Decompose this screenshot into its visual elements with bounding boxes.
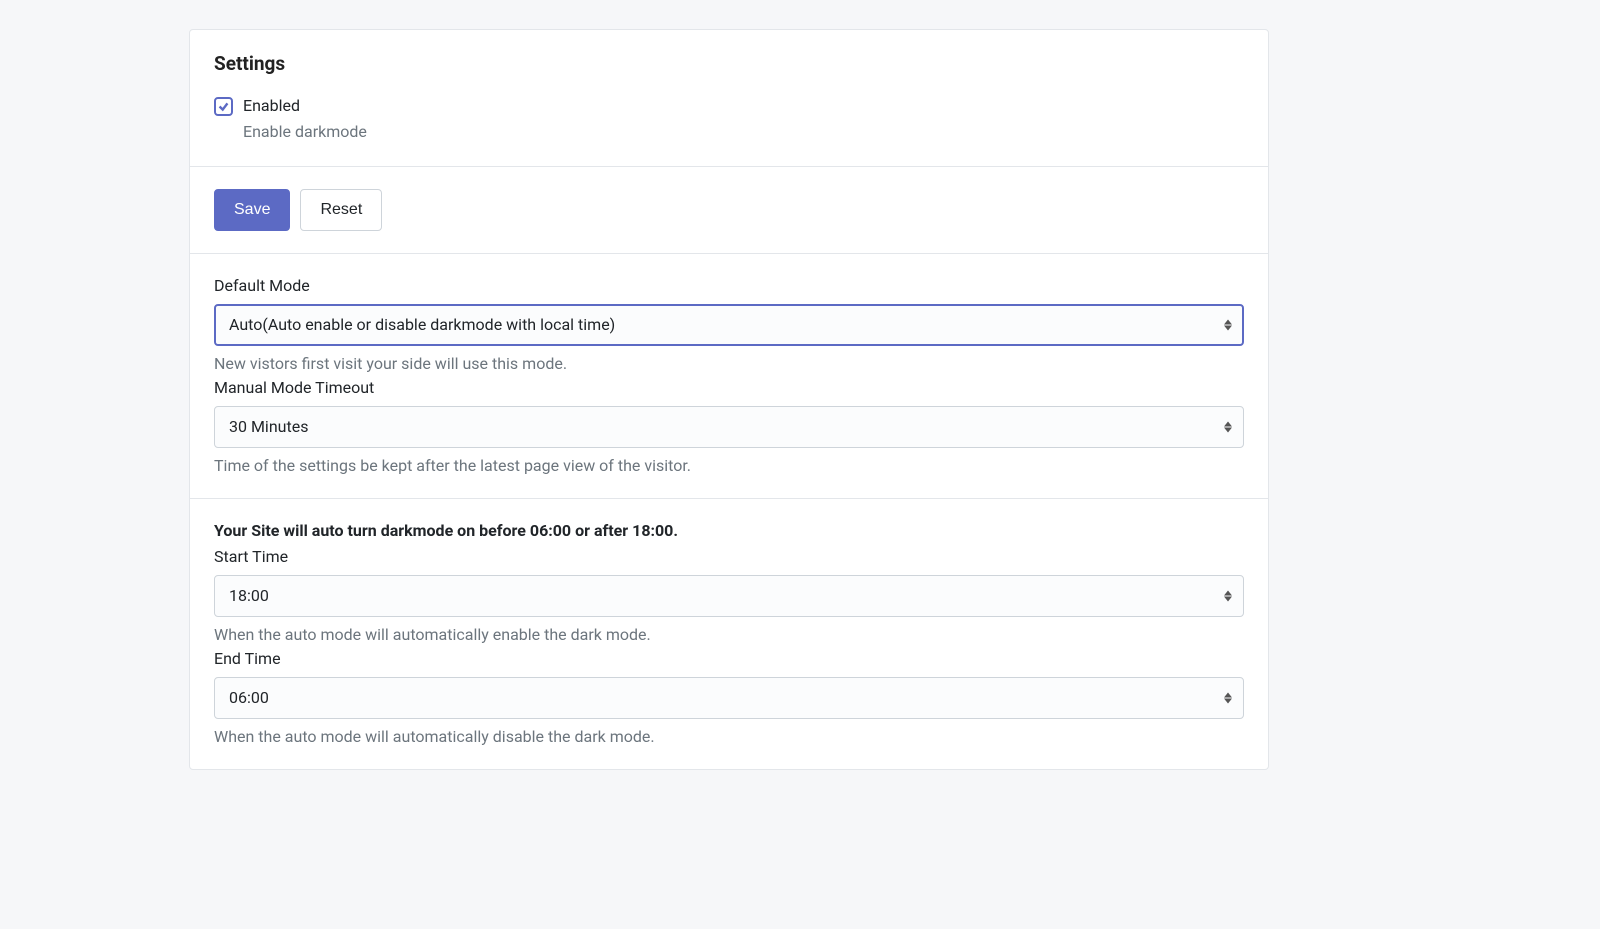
- default-mode-group: Default Mode Auto(Auto enable or disable…: [214, 274, 1244, 376]
- manual-timeout-help: Time of the settings be kept after the l…: [214, 454, 1244, 478]
- manual-timeout-label: Manual Mode Timeout: [214, 376, 1244, 400]
- default-mode-help: New vistors first visit your side will u…: [214, 352, 1244, 376]
- button-row: Save Reset: [214, 189, 1244, 231]
- enabled-checkbox[interactable]: [214, 97, 233, 116]
- enabled-labels: Enabled Enable darkmode: [243, 95, 367, 144]
- schedule-section: Your Site will auto turn darkmode on bef…: [190, 499, 1268, 769]
- end-time-help: When the auto mode will automatically di…: [214, 725, 1244, 749]
- reset-button[interactable]: Reset: [300, 189, 382, 231]
- end-time-select-wrap: 06:00: [214, 677, 1244, 719]
- settings-title: Settings: [214, 52, 1244, 75]
- end-time-select[interactable]: 06:00: [214, 677, 1244, 719]
- settings-card: Settings Enabled Enable darkmode Save Re…: [189, 29, 1269, 770]
- auto-schedule-heading: Your Site will auto turn darkmode on bef…: [214, 519, 1244, 543]
- start-time-label: Start Time: [214, 545, 1244, 569]
- manual-timeout-select-wrap: 30 Minutes: [214, 406, 1244, 448]
- enabled-description: Enable darkmode: [243, 121, 367, 143]
- settings-header-section: Settings Enabled Enable darkmode: [190, 30, 1268, 167]
- mode-section: Default Mode Auto(Auto enable or disable…: [190, 254, 1268, 499]
- default-mode-select[interactable]: Auto(Auto enable or disable darkmode wit…: [214, 304, 1244, 346]
- enabled-row: Enabled Enable darkmode: [214, 95, 1244, 144]
- start-time-select-wrap: 18:00: [214, 575, 1244, 617]
- end-time-label: End Time: [214, 647, 1244, 671]
- enabled-label: Enabled: [243, 95, 367, 117]
- start-time-group: Start Time 18:00 When the auto mode will…: [214, 545, 1244, 647]
- start-time-help: When the auto mode will automatically en…: [214, 623, 1244, 647]
- check-icon: [218, 101, 229, 112]
- default-mode-label: Default Mode: [214, 274, 1244, 298]
- manual-timeout-group: Manual Mode Timeout 30 Minutes Time of t…: [214, 376, 1244, 478]
- buttons-section: Save Reset: [190, 167, 1268, 254]
- start-time-select[interactable]: 18:00: [214, 575, 1244, 617]
- end-time-group: End Time 06:00 When the auto mode will a…: [214, 647, 1244, 749]
- manual-timeout-select[interactable]: 30 Minutes: [214, 406, 1244, 448]
- default-mode-select-wrap: Auto(Auto enable or disable darkmode wit…: [214, 304, 1244, 346]
- save-button[interactable]: Save: [214, 189, 290, 231]
